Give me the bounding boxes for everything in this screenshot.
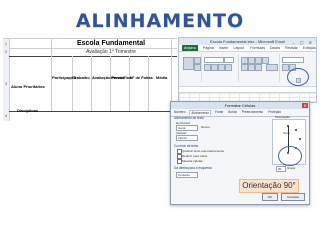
section-text-control: Controle de texto bbox=[174, 144, 199, 148]
tab-inserir[interactable]: Inserir bbox=[219, 45, 229, 51]
spreadsheet: 1 2 3 4 Escola Fundamental Avaliação 1º … bbox=[3, 38, 177, 121]
cancel-button[interactable]: Cancelar bbox=[280, 193, 305, 201]
paste-icon[interactable] bbox=[183, 57, 194, 70]
font-name-dropdown[interactable] bbox=[204, 57, 224, 63]
merge-label: Mesclar células bbox=[182, 159, 203, 163]
ribbon bbox=[179, 52, 316, 87]
underline-icon[interactable] bbox=[218, 64, 225, 71]
tab-layout[interactable]: Layout da Página bbox=[234, 45, 246, 62]
ribbon-group-alignment bbox=[239, 54, 280, 82]
row-number: 3 bbox=[3, 56, 10, 111]
indent-label: Recuo: bbox=[201, 125, 211, 129]
orientation-icon[interactable] bbox=[262, 57, 269, 64]
number-format-dropdown[interactable] bbox=[282, 57, 304, 63]
degrees-value: 90 bbox=[278, 167, 282, 171]
row-number: 4 bbox=[3, 111, 10, 121]
align-center-icon[interactable] bbox=[248, 64, 255, 71]
shrink-label: Reduzir para caber bbox=[182, 154, 208, 158]
row-number: 2 bbox=[3, 48, 10, 56]
column-header-trabalho[interactable]: Trabalho bbox=[73, 75, 90, 80]
subjects-label-cell[interactable]: Disciplinas bbox=[17, 108, 38, 113]
ok-button[interactable]: OK bbox=[261, 193, 278, 201]
vertical-select[interactable]: Inferior bbox=[176, 135, 198, 141]
tab-formulas[interactable]: Fórmulas bbox=[250, 45, 265, 51]
ribbon-group-clipboard bbox=[179, 54, 202, 82]
grid-line bbox=[72, 56, 73, 111]
tab-preenchimento[interactable]: Preenchimento bbox=[241, 110, 264, 115]
close-icon[interactable]: ✕ bbox=[302, 103, 308, 108]
dialog-titlebar: Formatar Células ✕ bbox=[171, 102, 309, 109]
column-header-faltas[interactable]: Nº de Faltas bbox=[130, 75, 153, 80]
grid-line bbox=[91, 56, 92, 111]
column-header-media[interactable]: Média bbox=[156, 75, 167, 80]
tab-dados[interactable]: Dados bbox=[270, 45, 280, 51]
tab-pagina-inicial[interactable]: Página Inicial bbox=[203, 45, 214, 56]
excel-window: Escola Fundamental.xlsx - Microsoft Exce… bbox=[178, 37, 317, 103]
dialog-title: Formatar Células bbox=[224, 103, 256, 108]
window-controls[interactable]: – ▢ ✕ bbox=[292, 39, 314, 46]
section-rtl: Da direita para a esquerda bbox=[174, 166, 212, 170]
align-left-icon[interactable] bbox=[241, 64, 248, 71]
dialog-buttons: OK Cancelar bbox=[261, 193, 305, 201]
grid-line bbox=[9, 56, 177, 57]
degrees-label: Graus bbox=[287, 166, 296, 170]
dial-dot bbox=[299, 138, 301, 140]
ribbon-tabs: Arquivo Página Inicial Inserir Layout da… bbox=[179, 45, 316, 62]
direction-select[interactable]: Contexto bbox=[176, 172, 198, 178]
degrees-input[interactable]: 90 bbox=[276, 166, 286, 172]
tab-arquivo[interactable]: Arquivo bbox=[182, 45, 198, 51]
cut-icon[interactable] bbox=[194, 57, 201, 64]
grid-line bbox=[148, 56, 149, 111]
highlight-circle bbox=[287, 68, 309, 86]
slide-title: ALINHAMENTO bbox=[75, 10, 245, 32]
currency-icon[interactable] bbox=[282, 64, 289, 71]
align-top-icon[interactable] bbox=[241, 57, 248, 64]
tab-numero[interactable]: Número bbox=[173, 110, 186, 115]
row-number: 1 bbox=[3, 39, 10, 48]
align-bottom-icon[interactable] bbox=[255, 57, 262, 64]
section-alignment: Alinhamento de texto bbox=[174, 116, 204, 120]
align-middle-icon[interactable] bbox=[248, 57, 255, 64]
wrap-text-label: Quebrar texto automaticamente bbox=[182, 149, 225, 153]
grid-line bbox=[110, 56, 111, 111]
font-color-icon[interactable] bbox=[225, 64, 232, 71]
orientation-vertical-text: Texto bbox=[283, 131, 291, 135]
ribbon-group-font bbox=[202, 54, 239, 82]
horizontal-value: Geral bbox=[178, 126, 186, 130]
align-right-icon[interactable] bbox=[255, 64, 262, 71]
excel-titlebar: Escola Fundamental.xlsx - Microsoft Exce… bbox=[179, 38, 316, 45]
tab-fonte[interactable]: Fonte bbox=[214, 110, 224, 115]
bold-icon[interactable] bbox=[204, 64, 211, 71]
tab-alinhamento[interactable]: Alinhamento bbox=[189, 110, 212, 115]
grid-line bbox=[129, 56, 130, 111]
font-size-dropdown[interactable] bbox=[224, 57, 234, 63]
highlight-circle bbox=[278, 146, 302, 166]
copy-icon[interactable] bbox=[194, 64, 201, 71]
merge-center-icon[interactable] bbox=[266, 64, 278, 71]
dial-dot bbox=[295, 129, 297, 131]
direction-value: Contexto bbox=[178, 173, 191, 177]
student-label-cell[interactable]: Aluno Prioritários bbox=[11, 84, 45, 89]
sheet-title-cell[interactable]: Escola Fundamental bbox=[51, 39, 171, 48]
orientation-callout: Orientação 90° bbox=[239, 179, 299, 193]
dial-dot bbox=[287, 125, 289, 127]
tab-borda[interactable]: Borda bbox=[227, 110, 238, 115]
excel-window-title: Escola Fundamental.xlsx - Microsoft Exce… bbox=[209, 39, 286, 44]
sheet-subtitle-cell[interactable]: Avaliação 1º Trimestre bbox=[51, 48, 171, 56]
vertical-value: Inferior bbox=[178, 136, 188, 140]
italic-icon[interactable] bbox=[211, 64, 218, 71]
